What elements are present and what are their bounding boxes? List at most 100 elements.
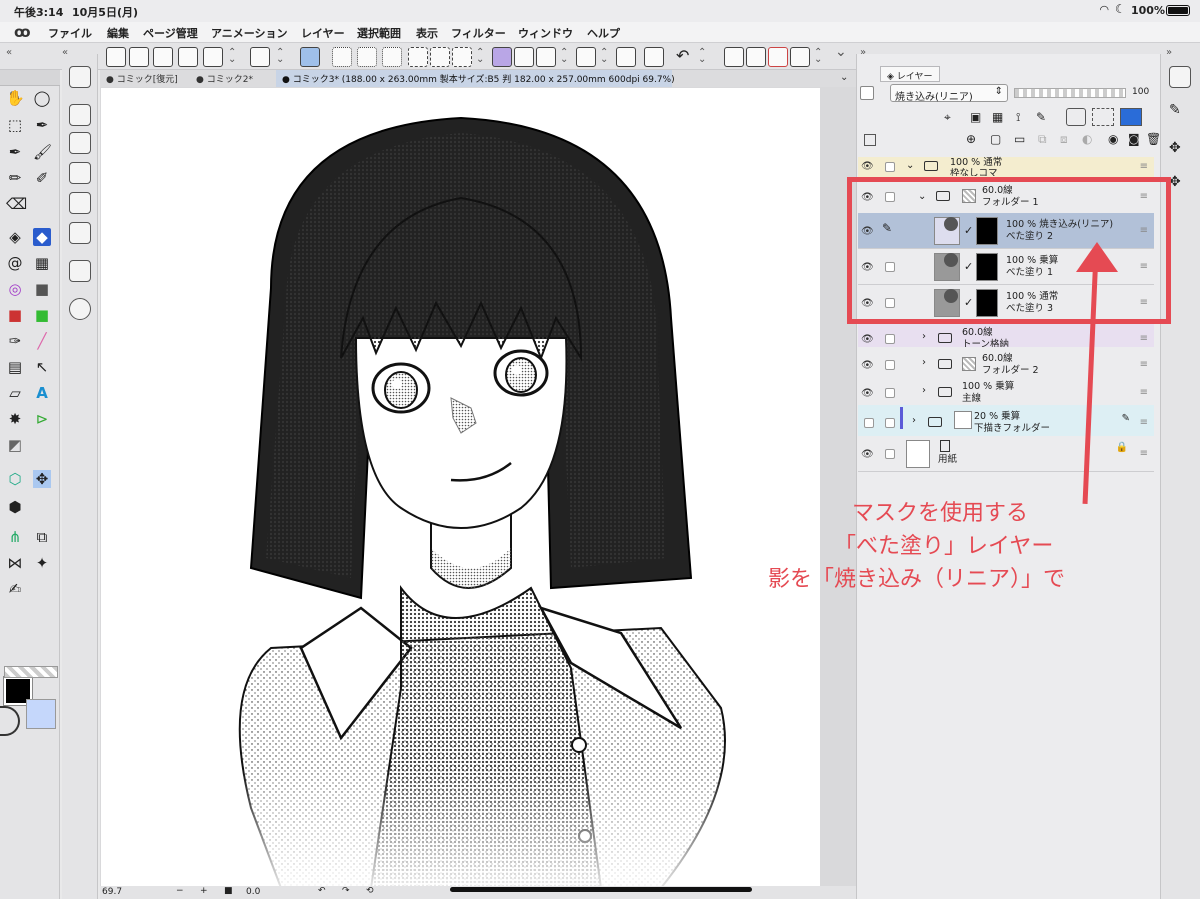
chevron-updown-icon-5[interactable]: ⌃ ⌄	[600, 48, 610, 69]
layer-row[interactable]: 👁 ⌄ 100 % 通常 枠なしコマ ≡	[858, 157, 1154, 179]
merge-layer-icon[interactable]: ⧈	[1060, 132, 1068, 147]
sub-tool-color-icon[interactable]	[69, 132, 91, 154]
pencil-icon[interactable]: ✏	[6, 169, 24, 187]
zoom-in-icon[interactable]: +	[200, 886, 208, 896]
layer-check[interactable]	[885, 334, 895, 344]
effect-icon[interactable]: ✸	[6, 410, 24, 428]
reference-icon[interactable]: ⟟	[1016, 110, 1020, 125]
trash-icon[interactable]: 🗑	[1146, 132, 1161, 146]
text-icon[interactable]: A	[33, 384, 51, 402]
layer-property-icon[interactable]	[864, 134, 876, 146]
sub-tool-material-icon[interactable]	[69, 222, 91, 244]
chevron-updown-icon-3[interactable]: ⌃ ⌄	[476, 48, 486, 69]
apply-mask-icon[interactable]: ◐	[1082, 132, 1092, 146]
transform-icon[interactable]	[300, 47, 320, 67]
folder-open-icon[interactable]	[178, 47, 198, 67]
crop-icon[interactable]	[576, 47, 596, 67]
chevron-updown-icon-7[interactable]: ⌃ ⌄	[814, 48, 824, 69]
3d-object-icon[interactable]: ⬡	[6, 470, 24, 488]
open-icon[interactable]	[153, 47, 173, 67]
fill-active-icon[interactable]: ◆	[33, 228, 51, 246]
sub-tool-filmstrip-icon[interactable]	[69, 162, 91, 184]
red-fill-icon[interactable]: ■	[6, 306, 24, 324]
lasso-icon[interactable]: ◯	[33, 89, 51, 107]
tab-comic3[interactable]: ● コミック3* (188.00 x 263.00mm 製本サイズ:B5 判 1…	[276, 70, 675, 87]
object-3d-icon[interactable]: ⬢	[6, 498, 24, 516]
zoom-out-icon[interactable]: −	[176, 886, 184, 896]
side-handle-icon[interactable]	[0, 706, 20, 736]
chevron-updown-icon[interactable]: ⌃ ⌄	[228, 48, 238, 69]
ribbon-icon[interactable]: ⋈	[6, 554, 24, 572]
object-select-icon[interactable]: ↖	[33, 358, 51, 376]
save-icon[interactable]	[129, 47, 149, 67]
clip-icon[interactable]: ⌖	[944, 110, 951, 125]
tone-icon[interactable]	[332, 47, 352, 67]
move-icon[interactable]: ✥	[33, 470, 51, 488]
sub-tool-search-icon[interactable]	[69, 298, 91, 320]
drag-handle-icon[interactable]: ≡	[1140, 161, 1148, 172]
lock-alpha-icon[interactable]: ▦	[992, 110, 1003, 124]
gradient-circle-icon[interactable]: ◎	[6, 280, 24, 298]
drag-handle-icon[interactable]: ≡	[1140, 448, 1148, 459]
layer-panel-tab[interactable]: ◈ レイヤー	[880, 66, 940, 82]
cut-icon[interactable]	[616, 47, 636, 67]
blend-mode-select[interactable]: 焼き込み(リニア) ⇕	[890, 84, 1008, 103]
drag-handle-icon[interactable]: ≡	[1140, 333, 1148, 344]
sub-tool-property-icon[interactable]	[69, 192, 91, 214]
chevron-right-icon[interactable]: ›	[912, 415, 916, 426]
clip-studio-logo[interactable]: ꝏ	[14, 23, 31, 41]
frame-icon[interactable]: ▤	[6, 358, 24, 376]
menu-window[interactable]: ウィンドウ	[518, 25, 573, 41]
menu-layer[interactable]: レイヤー	[301, 25, 345, 41]
move-hand-icon[interactable]: ✋	[6, 89, 25, 107]
new-file-icon[interactable]	[106, 47, 126, 67]
mask-select-icon[interactable]	[1092, 108, 1114, 126]
folder-icon[interactable]	[746, 47, 766, 67]
green-fill-icon[interactable]: ■	[33, 306, 51, 324]
menu-animation[interactable]: アニメーション	[211, 25, 288, 41]
grass-brush-icon[interactable]: ⋔	[6, 528, 24, 546]
eye-icon[interactable]: 👁	[861, 449, 874, 460]
layer-row[interactable]: 👁 用紙 🔒 ≡	[858, 436, 1154, 472]
menu-help[interactable]: ヘルプ	[587, 25, 620, 41]
chevron-updown-icon-2[interactable]: ⌃ ⌄	[276, 48, 286, 69]
transform-icon[interactable]: ✥	[1169, 174, 1191, 196]
tab-comic-restore[interactable]: ● コミック[復元]	[106, 72, 178, 85]
layer-check[interactable]	[885, 418, 895, 428]
hand-icon[interactable]	[6, 70, 24, 88]
chevron-updown-icon-4[interactable]: ⌃ ⌄	[560, 48, 570, 69]
copy-layer-icon[interactable]: ⧉	[1038, 132, 1047, 147]
tab-comic2[interactable]: ● コミック2*	[196, 72, 253, 85]
sub-tool-layers-icon[interactable]	[69, 66, 91, 88]
spiral-icon[interactable]: @	[6, 254, 24, 272]
sparkle-icon[interactable]: ✦	[33, 554, 51, 572]
marker-icon[interactable]: ✐	[33, 169, 51, 187]
eye-icon[interactable]: 👁	[861, 388, 874, 399]
eraser-icon[interactable]: ⌫	[6, 195, 27, 213]
chevron-down-icon[interactable]: ⌄	[906, 160, 914, 171]
blend-icon[interactable]: ✍	[6, 580, 24, 598]
eyedropper-icon[interactable]: ✒	[33, 116, 51, 134]
menu-page[interactable]: ページ管理	[143, 25, 198, 41]
layer-check[interactable]	[885, 449, 895, 459]
chevron-down-icon[interactable]: ⌄	[840, 72, 848, 83]
ruler-icon[interactable]: ▱	[6, 384, 24, 402]
panel-toggle-icon[interactable]	[1169, 66, 1191, 88]
drawing-canvas[interactable]	[101, 88, 820, 888]
transparent-color-icon[interactable]	[4, 666, 58, 678]
pattern-icon[interactable]: ▦	[33, 254, 51, 272]
chevron-down-icon[interactable]: ⌄	[835, 45, 847, 69]
fill-select-icon[interactable]	[492, 47, 512, 67]
eye-icon[interactable]: 👁	[861, 334, 874, 345]
eye-icon[interactable]: 👁	[861, 360, 874, 371]
tone-icon-3[interactable]	[382, 47, 402, 67]
sub-tool-navigator-icon[interactable]	[69, 104, 91, 126]
menu-view[interactable]: 表示	[416, 25, 438, 41]
draft-icon[interactable]: ✎	[1036, 110, 1046, 124]
pen-tool-icon[interactable]: ✒	[6, 143, 24, 161]
eye-icon[interactable]: 👁	[861, 161, 874, 172]
reset-rotate-icon[interactable]: ⟲	[366, 886, 374, 896]
layer-check[interactable]	[885, 388, 895, 398]
visibility-check[interactable]	[864, 418, 874, 428]
mask-icon[interactable]	[1066, 108, 1086, 126]
